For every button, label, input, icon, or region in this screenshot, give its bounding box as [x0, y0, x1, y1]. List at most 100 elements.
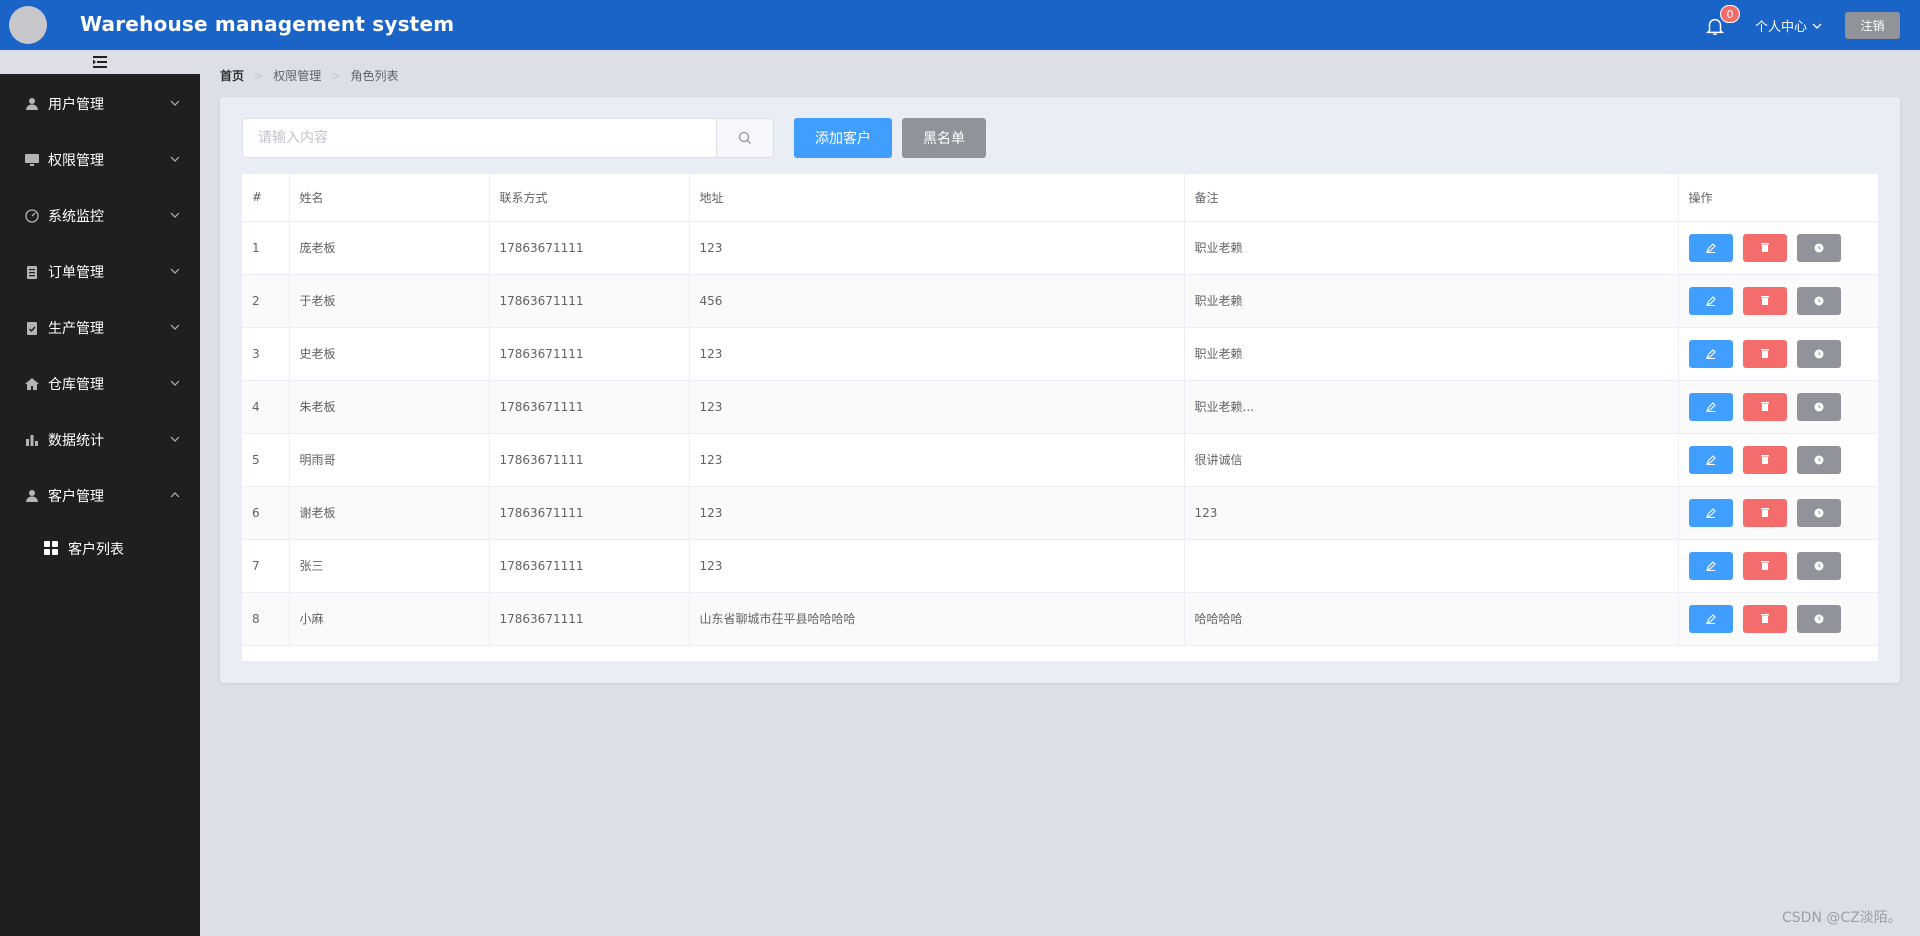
cell-note: 哈哈哈哈 [1184, 592, 1679, 646]
delete-icon [1760, 455, 1769, 464]
breadcrumb-home[interactable]: 首页 [220, 67, 244, 84]
sidebar-subitem-customer-list[interactable]: 客户列表 [0, 524, 200, 574]
table-row: 4 朱老板 17863671111 123 职业老赖... [242, 380, 1878, 434]
edit-button[interactable] [1688, 445, 1733, 474]
sidebar-collapse-toggle[interactable] [0, 50, 200, 74]
sidebar-item-data-statistics[interactable]: 数据统计 [0, 412, 200, 468]
edit-icon [1705, 613, 1716, 624]
table-header-row: # 姓名 联系方式 地址 备注 操作 [242, 174, 1878, 222]
gauge-icon [24, 208, 40, 224]
cell-actions [1678, 592, 1878, 646]
cell-phone: 17863671111 [489, 433, 690, 487]
column-header: 地址 [689, 174, 1185, 222]
sidebar-item-customer-management[interactable]: 客户管理 [0, 468, 200, 524]
delete-button[interactable] [1742, 498, 1787, 527]
cell-name: 谢老板 [289, 486, 490, 540]
add-customer-button[interactable]: 添加客户 [794, 118, 892, 158]
edit-button[interactable] [1688, 233, 1733, 262]
delete-icon [1760, 508, 1769, 517]
sidebar-item-permission-management[interactable]: 权限管理 [0, 132, 200, 188]
delete-icon [1760, 561, 1769, 570]
blacklist-row-button[interactable] [1796, 551, 1841, 580]
home-icon [24, 376, 40, 392]
cell-note: 职业老赖... [1184, 380, 1679, 434]
cell-address: 456 [689, 274, 1185, 328]
blacklist-row-button[interactable] [1796, 498, 1841, 527]
sidebar-item-label: 数据统计 [48, 433, 104, 449]
cell-index: 8 [242, 592, 290, 646]
sidebar-menu: 用户管理 权限管理 系统监控 订单管理 生产管理 仓库管理 数据统计 客户管理 [0, 76, 200, 574]
edit-button[interactable] [1688, 604, 1733, 633]
delete-icon [1760, 243, 1769, 252]
blacklist-row-button[interactable] [1796, 339, 1841, 368]
cell-index: 1 [242, 221, 290, 275]
table-row: 7 张三 17863671111 123 [242, 539, 1878, 593]
cell-index: 7 [242, 539, 290, 593]
cell-index: 6 [242, 486, 290, 540]
edit-button[interactable] [1688, 286, 1733, 315]
user-icon [24, 96, 40, 112]
search-button[interactable] [716, 119, 773, 157]
delete-button[interactable] [1742, 339, 1787, 368]
breadcrumb-separator: > [331, 69, 341, 82]
collapse-menu-icon [93, 56, 107, 68]
cell-actions [1678, 539, 1878, 593]
cell-note: 职业老赖 [1184, 327, 1679, 381]
delete-button[interactable] [1742, 392, 1787, 421]
sidebar-item-label: 用户管理 [48, 97, 104, 113]
column-header: 姓名 [289, 174, 490, 222]
clock-icon [1814, 614, 1823, 623]
blacklist-row-button[interactable] [1796, 286, 1841, 315]
blacklist-row-button[interactable] [1796, 233, 1841, 262]
clock-icon [1814, 243, 1823, 252]
delete-button[interactable] [1742, 551, 1787, 580]
cell-note: 123 [1184, 486, 1679, 540]
blacklist-row-button[interactable] [1796, 392, 1841, 421]
personal-center-dropdown[interactable]: 个人中心 [1755, 16, 1822, 35]
customer-table: # 姓名 联系方式 地址 备注 操作 1 庞老板 17863671111 123… [242, 174, 1878, 661]
blacklist-button[interactable]: 黑名单 [902, 118, 986, 158]
user-icon [24, 488, 40, 504]
edit-button[interactable] [1688, 498, 1733, 527]
search-icon [738, 131, 751, 144]
table-row: 6 谢老板 17863671111 123 123 [242, 486, 1878, 540]
cell-name: 朱老板 [289, 380, 490, 434]
sidebar-item-warehouse-management[interactable]: 仓库管理 [0, 356, 200, 412]
cell-address: 山东省聊城市茌平县哈哈哈哈 [689, 592, 1185, 646]
sidebar-item-order-management[interactable]: 订单管理 [0, 244, 200, 300]
clock-icon [1814, 455, 1823, 464]
edit-button[interactable] [1688, 392, 1733, 421]
clock-icon [1814, 508, 1823, 517]
chevron-down-icon [170, 268, 180, 274]
sidebar-item-label: 客户管理 [48, 489, 104, 505]
chevron-down-icon [170, 380, 180, 386]
edit-icon [1705, 454, 1716, 465]
table-row: 1 庞老板 17863671111 123 职业老赖 [242, 221, 1878, 275]
avatar[interactable] [9, 6, 47, 44]
logout-button[interactable]: 注销 [1845, 12, 1900, 39]
delete-button[interactable] [1742, 286, 1787, 315]
sidebar-item-production-management[interactable]: 生产管理 [0, 300, 200, 356]
blacklist-row-button[interactable] [1796, 445, 1841, 474]
edit-button[interactable] [1688, 339, 1733, 368]
blacklist-row-button[interactable] [1796, 604, 1841, 633]
delete-button[interactable] [1742, 604, 1787, 633]
cell-address: 123 [689, 433, 1185, 487]
cell-index: 2 [242, 274, 290, 328]
sidebar-item-system-monitor[interactable]: 系统监控 [0, 188, 200, 244]
sidebar-item-user-management[interactable]: 用户管理 [0, 76, 200, 132]
delete-button[interactable] [1742, 445, 1787, 474]
cell-index: 4 [242, 380, 290, 434]
edit-button[interactable] [1688, 551, 1733, 580]
chevron-down-icon [170, 436, 180, 442]
sidebar-item-label: 权限管理 [48, 153, 104, 169]
clock-icon [1814, 349, 1823, 358]
delete-button[interactable] [1742, 233, 1787, 262]
delete-icon [1760, 402, 1769, 411]
search-input[interactable] [243, 119, 716, 157]
cell-phone: 17863671111 [489, 327, 690, 381]
table-row: 3 史老板 17863671111 123 职业老赖 [242, 327, 1878, 381]
cell-phone: 17863671111 [489, 486, 690, 540]
delete-icon [1760, 296, 1769, 305]
cell-index: 5 [242, 433, 290, 487]
